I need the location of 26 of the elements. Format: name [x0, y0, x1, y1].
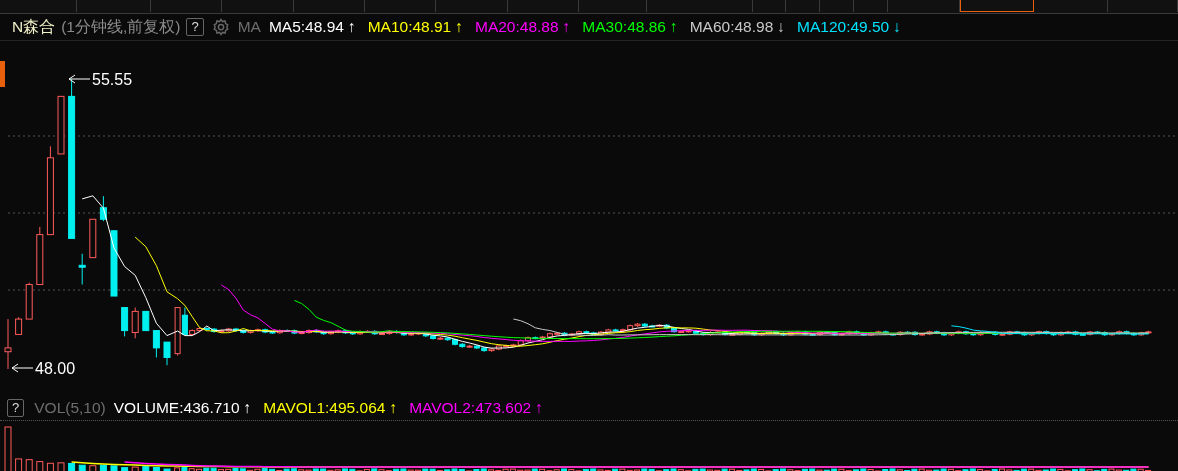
volume-value: MAVOL2:473.602 [409, 398, 532, 417]
help-button[interactable]: ? [186, 18, 204, 36]
moving-average-value: MA30:48.86 [582, 18, 666, 36]
volume-value: MAVOL1:495.064 [263, 398, 386, 417]
moving-average-value: MA20:48.88 [475, 18, 559, 36]
moving-average-value: MA10:48.91 [367, 18, 452, 36]
moving-average-value: MA120:49.50 [797, 18, 890, 36]
indicator-name: VOL(5,10) [34, 398, 106, 417]
trend-arrow: ↓ [893, 18, 901, 36]
high-price-label: 55.55 [92, 71, 133, 88]
chart-period: (1分钟线,前复权) [61, 16, 181, 37]
moving-average-value: MA5:48.94 [268, 18, 344, 36]
trend-arrow: ↑ [562, 18, 571, 36]
trend-arrow: ↓ [777, 18, 786, 36]
trend-arrow: ↑ [535, 398, 543, 417]
indicator-name: MA [237, 18, 261, 36]
trend-arrow: ↑ [669, 18, 678, 36]
moving-average-value: MA60:48.98 [689, 18, 774, 36]
stock-name: N森合 [12, 16, 56, 37]
help-button[interactable]: ? [7, 398, 25, 417]
volume-value: VOLUME:436.710 [113, 398, 240, 417]
low-price-label: 48.00 [35, 360, 76, 377]
trend-arrow: ↑ [455, 18, 463, 36]
trend-arrow: ↑ [347, 18, 356, 36]
trend-arrow: ↑ [389, 398, 398, 417]
trend-arrow: ↑ [243, 398, 252, 417]
